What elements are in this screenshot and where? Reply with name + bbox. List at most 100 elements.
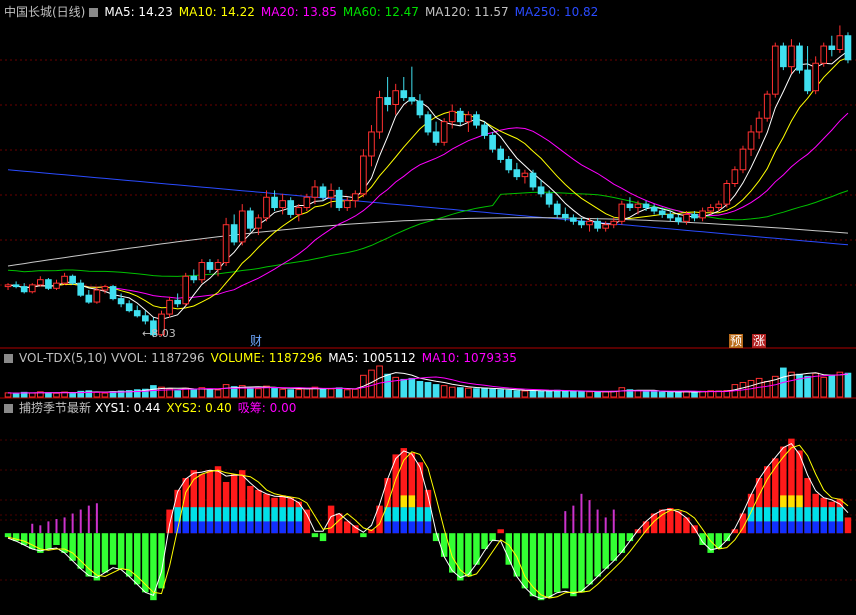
oscillator-bar-negative [610, 533, 617, 561]
volume-bar [327, 388, 335, 398]
ma250-label: MA250: 10.82 [514, 5, 599, 19]
candle-body [537, 186, 545, 195]
candle-body [198, 262, 206, 281]
volume-bar [658, 391, 666, 398]
candle-body [424, 114, 432, 133]
candle-body [360, 155, 367, 195]
volume-bar [45, 392, 52, 398]
oscillator-segment-blue [780, 521, 787, 534]
candle-body [578, 220, 585, 226]
candle-body [101, 286, 109, 291]
volume-bar [570, 390, 577, 398]
accumulate-label: 吸筹: 0.00 [237, 401, 297, 415]
candle-body [707, 207, 714, 212]
candle-body [699, 210, 706, 219]
candle-body [731, 169, 739, 185]
vol-ma10-label: MA10: 1079335 [421, 351, 517, 365]
oscillator-segment-yellow [788, 495, 795, 508]
oscillator-segment-blue [206, 521, 214, 534]
volume-bar [828, 374, 836, 398]
volume-bar [246, 387, 254, 398]
volume-bar [804, 375, 811, 398]
candle-body [287, 200, 295, 215]
oscillator-segment-yellow [400, 495, 408, 508]
candle-body [836, 35, 844, 50]
candle-body [206, 262, 214, 270]
oscillator-segment-cyan [247, 507, 254, 522]
oscillator-bar-negative [53, 533, 60, 546]
candle-body [255, 217, 262, 229]
candle-body [626, 203, 634, 209]
volume-bar [489, 388, 496, 398]
volume-bar [303, 387, 311, 398]
candle-body [432, 131, 440, 143]
settings-square-icon[interactable] [89, 8, 99, 17]
settings-square-icon[interactable] [4, 404, 13, 413]
financial-report-badge[interactable]: 财 [250, 334, 262, 348]
volume-bar [214, 389, 222, 398]
settings-square-icon[interactable] [4, 354, 13, 363]
oscillator-segment-cyan [836, 507, 844, 522]
candle-body [61, 275, 68, 284]
candle-body [618, 203, 626, 222]
volume-bar [53, 392, 60, 398]
candle-body [747, 131, 755, 150]
candle-body [489, 134, 496, 150]
candle-body [642, 203, 650, 209]
volume-bar [578, 391, 585, 398]
volume-bar [675, 391, 682, 398]
oscillator-segment-cyan [828, 507, 836, 522]
candle-body [658, 210, 666, 215]
candle-body [384, 97, 391, 105]
candle-body [602, 224, 610, 229]
candle-body [376, 97, 383, 133]
low-price-label: ←8.03 [142, 327, 176, 340]
candle-body [513, 169, 521, 178]
oscillator-segment-cyan [222, 507, 230, 522]
volume-bar [343, 389, 351, 398]
oscillator-segment-blue [182, 521, 189, 534]
volume-bar [384, 373, 391, 398]
candle-body [12, 284, 20, 288]
oscillator-segment-cyan [271, 507, 278, 522]
oscillator-bar-positive [335, 513, 343, 534]
candle-body [456, 110, 464, 123]
oscillator-segment-blue [828, 521, 836, 534]
oscillator-segment-cyan [392, 507, 399, 522]
oscillator-segment-cyan [239, 507, 246, 522]
volume-bar [335, 387, 343, 398]
oscillator-segment-cyan [763, 507, 771, 522]
forecast-badge[interactable]: 预 [729, 334, 744, 348]
candle-body [828, 45, 836, 50]
candle-body [545, 193, 553, 205]
candle-body [53, 282, 60, 289]
stock-chart-window: { "main_panel": { "title": "中国长城(日线)", "… [0, 0, 856, 615]
candle-body [586, 220, 593, 226]
volume-bar [796, 373, 803, 398]
oscillator-bar-positive [327, 505, 335, 534]
volume-bar [521, 390, 529, 398]
volume-bar [634, 390, 642, 398]
volume-bar [602, 391, 610, 398]
volume-bar [448, 386, 456, 398]
candle-body [368, 131, 375, 157]
oscillator-segment-cyan [198, 507, 206, 522]
volume-bar [295, 389, 303, 398]
rise-badge[interactable]: 涨 [752, 334, 767, 348]
volume-bar [513, 390, 521, 398]
oscillator-segment-cyan [190, 507, 198, 522]
oscillator-bar-negative [20, 533, 28, 546]
volume-bar [408, 377, 416, 398]
candle-body [416, 100, 424, 116]
candle-body [343, 200, 351, 209]
candle-body [327, 189, 335, 198]
ma120-line [7, 217, 849, 267]
candle-body [45, 279, 52, 289]
candle-body [804, 69, 811, 92]
oscillator-segment-blue [263, 521, 270, 534]
ma20-label: MA20: 13.85 [260, 5, 337, 19]
oscillator-bar-negative [45, 533, 52, 549]
volume-bar [287, 389, 295, 398]
candle-body [69, 275, 76, 284]
oscillator-bar-negative [537, 533, 545, 601]
